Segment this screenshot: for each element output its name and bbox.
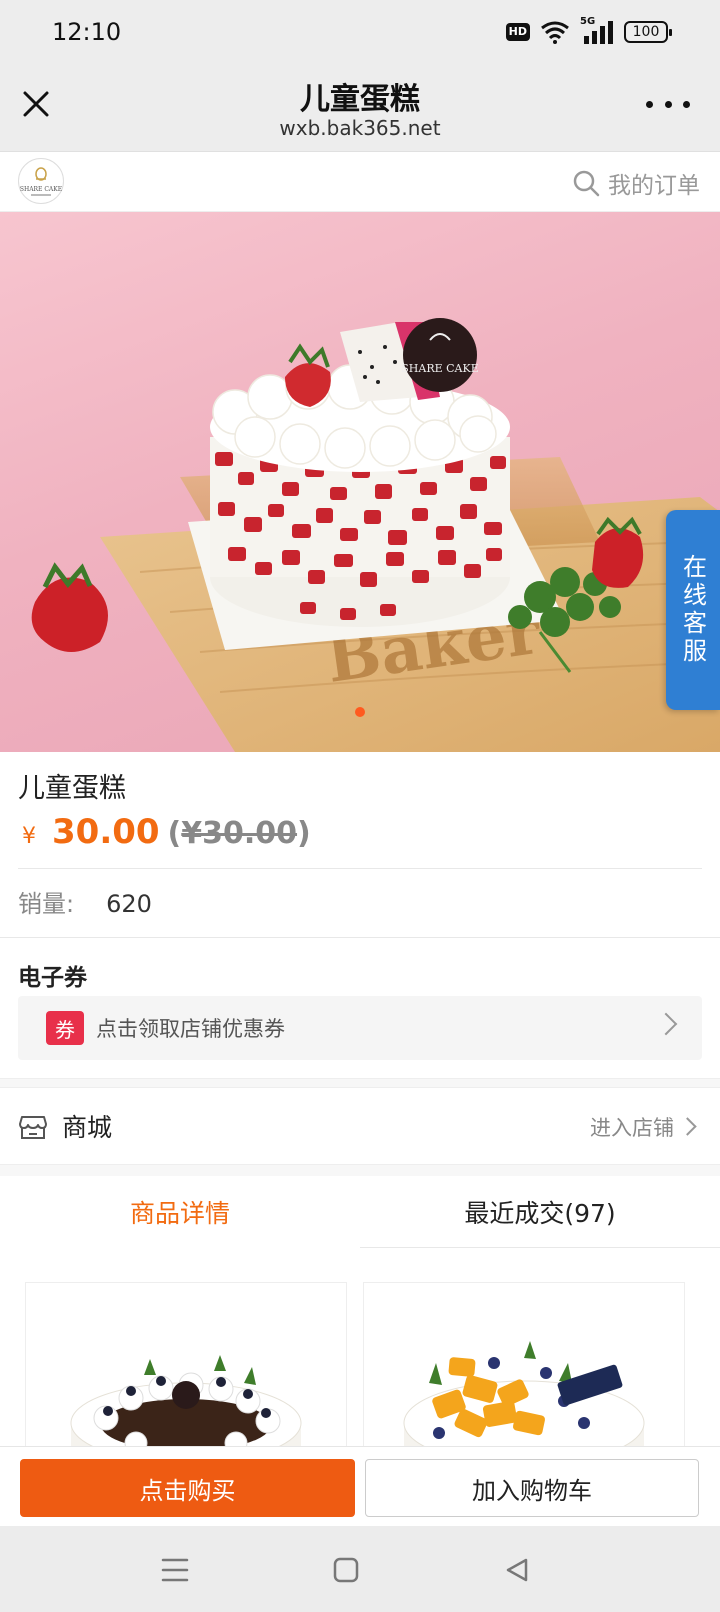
online-support-label: 在线客服 (678, 554, 707, 666)
claim-coupon-button[interactable]: 券 点击领取店铺优惠券 (18, 996, 702, 1060)
more-menu-button[interactable] (646, 92, 690, 116)
nav-menu-button[interactable] (155, 1552, 195, 1588)
status-bar: 12:10 HD 5G 100 (0, 0, 720, 64)
sales-label: 销量: (18, 890, 75, 918)
divider (0, 937, 720, 938)
black-forest-cake-image (70, 1355, 302, 1448)
svg-text:SHARE CAKE: SHARE CAKE (20, 186, 62, 193)
section-separator (0, 1164, 720, 1176)
sales-value: 620 (106, 890, 152, 918)
shop-logo[interactable]: SHARE CAKE (18, 158, 64, 204)
shop-header: SHARE CAKE 我的订单 (0, 152, 720, 212)
tab-product-details[interactable]: 商品详情 (0, 1176, 360, 1248)
store-label: 商城 (62, 1113, 113, 1142)
online-support-tab[interactable]: 在线客服 (666, 510, 720, 710)
divider (18, 868, 702, 869)
battery-level: 100 (632, 24, 660, 40)
more-dot-icon (664, 100, 672, 108)
original-price: (¥30.00) (167, 816, 311, 851)
coupon-tag-icon: 券 (46, 1011, 84, 1045)
home-square-icon (333, 1557, 359, 1583)
wifi-icon (541, 21, 569, 44)
status-icons: HD 5G 100 (505, 16, 672, 44)
hd-icon: HD (505, 23, 530, 41)
product-image-carousel[interactable]: Baker SHARE CAKE (0, 212, 720, 752)
cellular-signal-icon: 5G (580, 16, 614, 44)
chevron-right-icon (678, 1117, 697, 1136)
store-icon (19, 1116, 47, 1139)
system-navigation-bar (0, 1526, 720, 1612)
currency-symbol: ¥ (22, 824, 36, 849)
shop-logo-icon: SHARE CAKE (20, 167, 62, 196)
mango-cake-image (403, 1341, 645, 1448)
price-row: ¥ 30.00 (¥30.00) (22, 812, 311, 852)
current-price: 30.00 (52, 812, 160, 852)
add-to-cart-button[interactable]: 加入购物车 (365, 1459, 699, 1517)
detail-image-card[interactable] (25, 1282, 347, 1448)
coupon-text: 点击领取店铺优惠券 (96, 1017, 285, 1041)
buy-now-button[interactable]: 点击购买 (20, 1459, 355, 1517)
menu-icon (161, 1558, 189, 1582)
page-title: 儿童蛋糕 (300, 82, 420, 117)
section-separator (0, 1078, 720, 1088)
status-time: 12:10 (52, 18, 122, 46)
nav-home-button[interactable] (326, 1552, 366, 1588)
detail-image-card[interactable] (363, 1282, 685, 1448)
enter-store-link[interactable]: 进入店铺 (590, 1112, 674, 1142)
search-icon (573, 170, 600, 197)
tab-recent-deals[interactable]: 最近成交(97) (360, 1176, 720, 1248)
svg-text:SHARE CAKE: SHARE CAKE (401, 362, 479, 375)
title-bar: 儿童蛋糕 wxb.bak365.net (0, 64, 720, 152)
page-url: wxb.bak365.net (279, 116, 441, 140)
more-dot-icon (646, 100, 653, 108)
product-name: 儿童蛋糕 (18, 773, 126, 804)
nav-back-button[interactable] (497, 1552, 537, 1588)
cake-photo: Baker SHARE CAKE (31, 318, 720, 752)
chevron-right-icon (654, 1012, 678, 1036)
my-orders-label: 我的订单 (608, 173, 700, 199)
store-entry-row[interactable]: 商城 进入店铺 (0, 1088, 720, 1164)
product-detail-images (0, 1248, 720, 1448)
bottom-action-bar: 点击购买 加入购物车 (0, 1446, 720, 1526)
my-orders-link[interactable]: 我的订单 (572, 166, 700, 200)
sales-row: 销量: 620 (18, 884, 152, 919)
battery-icon: 100 (624, 21, 672, 43)
coupon-section-title: 电子券 (18, 965, 87, 991)
more-dot-icon (683, 100, 690, 108)
detail-tabs: 商品详情 最近成交(97) (0, 1176, 720, 1248)
original-price-value: ¥30.00 (181, 816, 298, 851)
back-triangle-icon (506, 1558, 528, 1582)
